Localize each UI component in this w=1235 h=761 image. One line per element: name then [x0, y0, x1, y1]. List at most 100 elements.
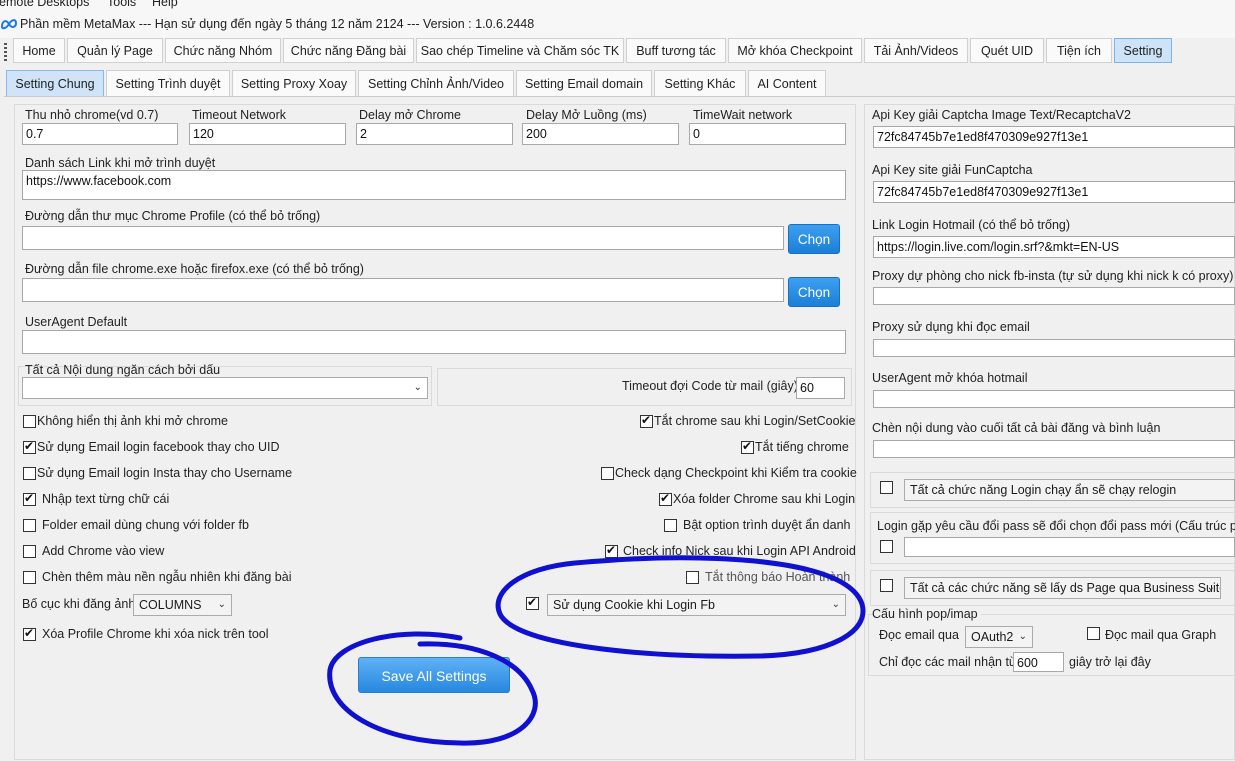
type-per-char-checkbox[interactable] [23, 491, 36, 506]
captcha-api-key-input[interactable]: 72fc84745b7e1ed8f470309e927f13e1 [873, 126, 1235, 148]
email-proxy-input[interactable] [873, 339, 1235, 357]
hotmail-login-link-label: Link Login Hotmail (có thể bỏ trống) [872, 218, 1071, 232]
chevron-down-icon: ⌄ [831, 599, 840, 610]
append-content-input[interactable] [873, 440, 1235, 458]
shared-email-folder-checkbox[interactable] [23, 519, 36, 532]
tab-setting-rotating-proxy[interactable]: Setting Proxy Xoay [232, 70, 356, 96]
delay-thread-input[interactable]: 200 [522, 123, 679, 145]
tab-setting-browser[interactable]: Setting Trình duyệt [106, 70, 230, 96]
funcaptcha-api-key-input[interactable]: 72fc84745b7e1ed8f470309e927f13e1 [873, 181, 1235, 203]
tab-setting[interactable]: Setting [1114, 38, 1172, 63]
choose-exe-button[interactable]: Chọn [788, 277, 840, 307]
change-pass-input[interactable] [904, 537, 1235, 557]
add-chrome-view-label: Add Chrome vào view [42, 544, 165, 558]
only-read-seconds-input[interactable]: 600 [1013, 652, 1064, 672]
tab-setting-general[interactable]: Setting Chung [6, 70, 104, 96]
tab-unlock-checkpoint[interactable]: Mở khóa Checkpoint [728, 38, 862, 63]
tab-download-media[interactable]: Tải Ảnh/Videos [864, 38, 968, 63]
disable-finish-notify-checkbox[interactable] [686, 571, 699, 584]
email-login-fb-checkbox[interactable] [23, 439, 36, 454]
open-links-label: Danh sách Link khi mở trình duyệt [25, 156, 216, 170]
email-login-fb-label: Sử dụng Email login facebook thay cho UI… [37, 440, 280, 454]
useragent-default-input[interactable] [22, 330, 846, 354]
menu-item-help[interactable]: Help [152, 0, 178, 9]
shrink-chrome-input[interactable]: 0.7 [22, 123, 178, 145]
tab-posting[interactable]: Chức năng Đăng bài [283, 38, 414, 63]
backup-proxy-input[interactable] [873, 287, 1235, 305]
business-suite-checkbox[interactable] [880, 579, 893, 592]
email-login-insta-checkbox[interactable] [23, 467, 36, 480]
chrome-profile-input[interactable] [22, 226, 784, 250]
mute-chrome-checkbox[interactable] [741, 439, 754, 454]
read-via-graph-checkbox[interactable] [1087, 627, 1100, 640]
timeout-code-input[interactable]: 60 [796, 377, 845, 399]
tab-home[interactable]: Home [13, 38, 65, 63]
separator-label: Tất cả Nội dung ngăn cách bởi dấu [25, 363, 221, 377]
delay-thread-label: Delay Mở Luồng (ms) [526, 108, 647, 122]
tab-ai-content[interactable]: AI Content [748, 70, 826, 96]
relogin-checkbox[interactable] [880, 481, 893, 494]
check-checkpoint-type-checkbox[interactable] [601, 467, 614, 480]
menu-item-remote-desktops[interactable]: Remote Desktops [0, 0, 89, 9]
menu-item-tools[interactable]: Tools [107, 0, 136, 9]
delete-profile-checkbox[interactable] [23, 626, 36, 641]
timewait-network-label: TimeWait network [693, 108, 793, 122]
check-info-nick-checkbox[interactable] [605, 543, 618, 558]
funcaptcha-api-key-label: Api Key site giải FunCaptcha [872, 163, 1033, 177]
save-all-settings-button[interactable]: Save All Settings [358, 657, 510, 693]
tab-buff-interaction[interactable]: Buff tương tác [626, 38, 726, 63]
pop-imap-label: Cấu hình pop/imap [872, 607, 981, 621]
delay-open-chrome-input[interactable]: 2 [356, 123, 513, 145]
disable-finish-notify-label: Tắt thông báo Hoàn thành [705, 570, 851, 584]
image-layout-select[interactable]: COLUMNS ⌄ [133, 594, 232, 616]
tab-setting-email-domain[interactable]: Setting Email domain [516, 70, 652, 96]
read-via-graph-label: Đọc mail qua Graph [1105, 628, 1217, 642]
timeout-network-input[interactable]: 120 [189, 123, 346, 145]
menu-bar: Remote Desktops Tools Help [0, 0, 1235, 12]
open-links-textarea[interactable]: https://www.facebook.com [22, 170, 846, 200]
tab-setting-image-video[interactable]: Setting Chỉnh Ảnh/Video [358, 70, 514, 96]
chrome-profile-label: Đường dẫn thư mục Chrome Profile (có thể… [25, 209, 321, 223]
hotmail-useragent-input[interactable] [873, 390, 1235, 408]
append-content-label: Chèn nội dung vào cuối tất cả bài đăng v… [872, 421, 1161, 435]
mute-chrome-label: Tắt tiếng chrome [755, 440, 849, 454]
chevron-down-icon: ⌄ [217, 599, 226, 610]
read-email-via-label: Đọc email qua [879, 628, 959, 642]
close-chrome-after-login-checkbox[interactable] [640, 413, 653, 428]
choose-profile-button[interactable]: Chọn [788, 224, 840, 254]
tab-timeline-copy[interactable]: Sao chép Timeline và Chăm sóc TK [416, 38, 624, 63]
delete-chrome-folder-checkbox[interactable] [659, 491, 672, 506]
toolbar-grip-icon[interactable] [4, 43, 7, 61]
incognito-option-checkbox[interactable] [664, 519, 677, 532]
chrome-exe-input[interactable] [22, 278, 784, 302]
timewait-network-input[interactable]: 0 [689, 123, 846, 145]
timeout-network-label: Timeout Network [192, 108, 287, 122]
read-email-via-select[interactable]: OAuth2 ⌄ [965, 626, 1033, 648]
hotmail-useragent-label: UserAgent mở khóa hotmail [872, 371, 1028, 385]
timeout-code-label: Timeout đợi Code từ mail (giây) [622, 379, 798, 393]
business-suite-select[interactable]: Tất cả các chức năng sẽ lấy ds Page qua … [904, 577, 1221, 599]
change-pass-checkbox[interactable] [880, 540, 893, 553]
hotmail-login-link-input[interactable]: https://login.live.com/login.srf?&mkt=EN… [873, 236, 1235, 258]
relogin-select[interactable]: Tất cả chức năng Login chạy ẩn sẽ chạy r… [904, 479, 1235, 501]
shrink-chrome-label: Thu nhỏ chrome(vd 0.7) [25, 108, 159, 122]
tab-scan-uid[interactable]: Quét UID [970, 38, 1044, 63]
chevron-down-icon: ⌄ [1206, 582, 1215, 593]
email-login-insta-label: Sử dụng Email login Insta thay cho Usern… [37, 466, 293, 480]
captcha-api-key-label: Api Key giải Captcha Image Text/Recaptch… [872, 108, 1131, 122]
hide-images-checkbox[interactable] [23, 415, 36, 428]
use-cookie-checkbox[interactable] [526, 595, 539, 610]
use-cookie-select[interactable]: Sử dụng Cookie khi Login Fb ⌄ [547, 594, 846, 616]
random-bg-color-checkbox[interactable] [23, 571, 36, 584]
tab-utilities[interactable]: Tiện ích [1046, 38, 1112, 63]
incognito-option-label: Bật option trình duyệt ẩn danh [683, 518, 851, 532]
change-pass-label: Login gặp yêu cầu đổi pass sẽ đổi chọn đ… [877, 519, 1235, 533]
email-proxy-label: Proxy sử dụng khi đọc email [872, 320, 1030, 334]
tab-page-management[interactable]: Quản lý Page [67, 38, 163, 63]
delete-profile-label: Xóa Profile Chrome khi xóa nick trên too… [42, 627, 269, 641]
add-chrome-view-checkbox[interactable] [23, 545, 36, 558]
tab-setting-other[interactable]: Setting Khác [654, 70, 746, 96]
separator-select[interactable]: ⌄ [22, 377, 428, 399]
tab-group-functions[interactable]: Chức năng Nhóm [165, 38, 281, 63]
hide-images-label: Không hiển thị ảnh khi mở chrome [37, 414, 228, 428]
